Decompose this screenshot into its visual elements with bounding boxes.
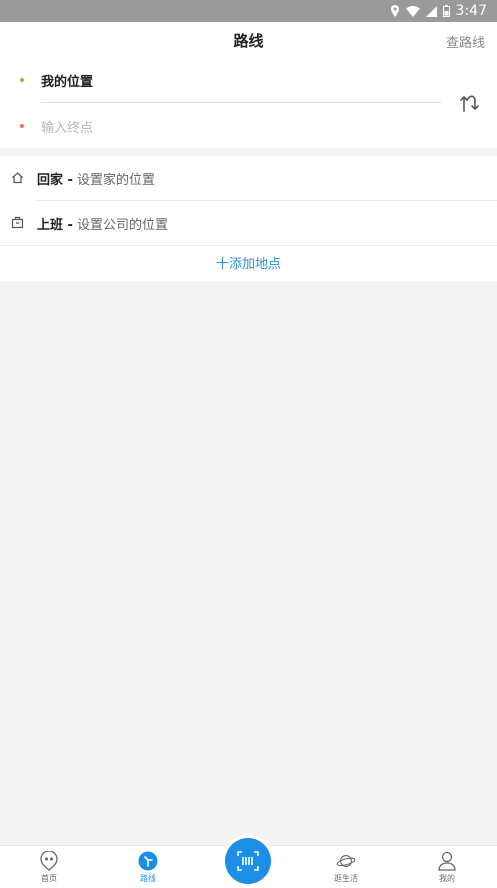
destination-input[interactable]: 输入终点 [0, 115, 440, 137]
home-face-icon [39, 851, 59, 871]
add-place-button[interactable]: 十添加地点 [0, 253, 497, 272]
route-icon [138, 851, 158, 871]
divider [41, 102, 441, 103]
person-icon [437, 851, 457, 871]
place-home-name: 回家 - [37, 172, 73, 188]
place-work-desc: 设置公司的位置 [72, 217, 169, 233]
status-time: 3:47 [455, 3, 487, 19]
start-location-field[interactable]: 我的位置 [0, 69, 440, 91]
saved-places: 回家 - 设置家的位置 上班 - 设置公司的位置 十添加地点 [0, 156, 497, 281]
start-dot [20, 78, 24, 82]
tab-me[interactable]: 我的 [417, 846, 477, 888]
tab-home-label: 首页 [41, 874, 57, 883]
place-work-name: 上班 - [37, 217, 73, 233]
briefcase-icon [11, 216, 25, 230]
status-bar: 3:47 [0, 0, 497, 22]
end-dot [20, 124, 24, 128]
home-icon [11, 171, 25, 185]
location-icon [390, 5, 400, 17]
divider [0, 245, 497, 246]
start-location-label: 我的位置 [41, 74, 94, 90]
place-home-desc: 设置家的位置 [72, 172, 156, 188]
tab-home[interactable]: 首页 [19, 846, 79, 888]
swap-icon[interactable] [456, 90, 484, 116]
route-card: 路线 查路线 我的位置 输入终点 [0, 22, 497, 148]
wifi-icon [405, 5, 420, 17]
page-title: 路线 [233, 32, 264, 50]
scan-icon [236, 849, 260, 873]
search-route-button[interactable]: 查路线 [446, 32, 485, 51]
destination-placeholder: 输入终点 [41, 120, 94, 136]
battery-icon [442, 5, 450, 17]
place-home[interactable]: 回家 - 设置家的位置 [0, 156, 497, 200]
tab-life[interactable]: 逛生活 [316, 846, 376, 888]
tab-route[interactable]: 路线 [118, 846, 178, 888]
signal-icon [425, 5, 437, 17]
tab-route-label: 路线 [140, 874, 156, 883]
place-work[interactable]: 上班 - 设置公司的位置 [0, 201, 497, 245]
scan-button[interactable] [225, 838, 271, 884]
tab-me-label: 我的 [439, 874, 455, 883]
planet-icon [336, 851, 356, 871]
tab-life-label: 逛生活 [334, 874, 358, 883]
